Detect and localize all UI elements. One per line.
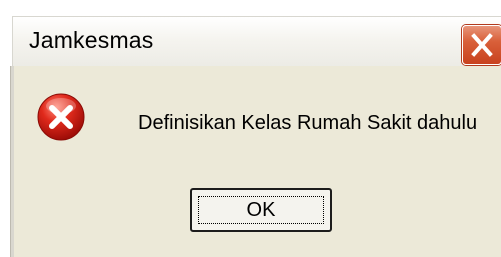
close-button[interactable] — [462, 25, 501, 65]
close-icon — [471, 33, 493, 57]
error-icon — [36, 92, 86, 142]
title-bar[interactable]: Jamkesmas — [12, 16, 501, 67]
dialog-body: Definisikan Kelas Rumah Sakit dahulu OK — [14, 66, 501, 257]
ok-button[interactable]: OK — [190, 188, 332, 232]
window-title: Jamkesmas — [29, 27, 154, 53]
ok-button-label: OK — [246, 199, 276, 221]
message-dialog: Jamkesmas Definisikan Kelas Rumah Sakit … — [0, 0, 501, 257]
dialog-message: Definisikan Kelas Rumah Sakit dahulu — [138, 112, 478, 134]
